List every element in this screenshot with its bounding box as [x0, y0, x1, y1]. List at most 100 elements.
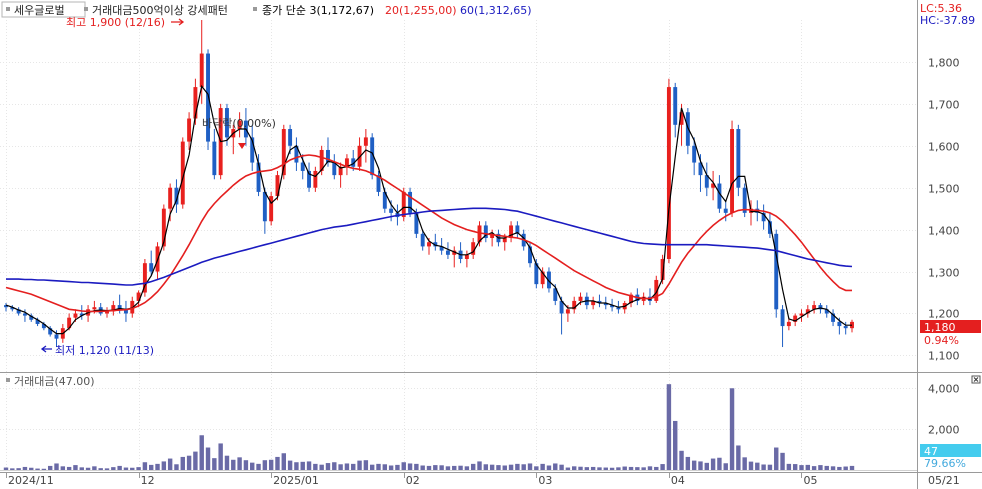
candle-up [313, 170, 318, 188]
volume-bar [287, 460, 293, 470]
volume-bar [41, 468, 47, 470]
candle-down [54, 334, 59, 339]
price-tick-label: 1,200 [928, 308, 960, 321]
volume-bar [698, 461, 703, 470]
volume-bar [433, 465, 438, 470]
volume-bar [426, 465, 432, 470]
volume-bar [635, 467, 640, 470]
volume-bar [786, 463, 792, 470]
volume-legend-icon [6, 378, 10, 382]
candle-up [73, 313, 78, 318]
candle-down [149, 263, 154, 272]
volume-bar [452, 465, 457, 470]
volume-bar [622, 466, 627, 470]
volume-bar [142, 462, 148, 470]
volume-bar [92, 466, 97, 470]
candle-up [427, 242, 431, 247]
volume-bar [710, 458, 716, 470]
volume-bar [729, 388, 735, 470]
volume-bar [3, 467, 9, 470]
time-tick-label: 05/21 [928, 474, 960, 487]
volume-bar [502, 465, 507, 470]
volume-bar [98, 468, 103, 470]
volume-bar [319, 464, 324, 470]
volume-bar [540, 463, 545, 470]
candle-up [786, 321, 791, 327]
volume-bar [117, 465, 122, 470]
legend-stock-name[interactable]: 세우글로벌 [14, 4, 65, 17]
volume-bar [584, 467, 590, 470]
candle-down [212, 141, 217, 176]
candle-down [843, 326, 848, 329]
volume-bar [414, 463, 419, 470]
volume-bar [603, 467, 608, 470]
volume-bar [104, 468, 110, 470]
price-tick-label: 1,700 [928, 99, 960, 112]
volume-bar [300, 461, 305, 470]
condition-marker-icon [84, 7, 88, 11]
volume-bar [723, 463, 728, 470]
volume-bar [805, 464, 811, 470]
volume-bar [174, 464, 179, 470]
stock-chart[interactable]: 1,100 1,200 1,300 1,400 1,500 1,600 1,700 1,800… [0, 0, 982, 489]
volume-bar [527, 463, 533, 470]
volume-bar [609, 467, 615, 470]
volume-bar [824, 465, 829, 470]
candle-up [565, 309, 570, 314]
volume-bar [590, 466, 596, 470]
volume-bar [338, 464, 343, 470]
volume-bar [35, 468, 40, 470]
volume-bar [250, 462, 255, 470]
volume-bar [489, 464, 495, 470]
volume-bar [382, 464, 388, 470]
volume-bar [256, 463, 261, 470]
volume-bar [792, 464, 798, 470]
volume-bar [546, 465, 552, 470]
legend-ma60[interactable]: 60(1,312,65) [460, 4, 532, 17]
candle-down [837, 321, 842, 327]
current-price-value: 1,180 [924, 321, 956, 334]
volume-bar [199, 435, 204, 470]
volume-bar [123, 467, 129, 470]
volume-bar [761, 464, 766, 470]
volume-bar [616, 467, 621, 470]
volume-bar [641, 467, 646, 470]
volume-panel-label[interactable]: 거래대금(47.00) [14, 375, 95, 388]
volume-bar [830, 466, 836, 470]
candle-up [401, 191, 406, 218]
candle-down [736, 129, 741, 188]
volume-bar [281, 453, 287, 470]
volume-bar [553, 463, 558, 470]
volume-bar [29, 467, 34, 470]
volume-ratio-value: 79.66% [924, 457, 966, 470]
volume-bar [376, 463, 381, 470]
candle-down [288, 129, 293, 146]
volume-bar [388, 465, 394, 470]
volume-bar [357, 460, 362, 470]
volume-bar [660, 464, 665, 470]
volume-bar [401, 462, 406, 470]
volume-bar [224, 455, 230, 470]
volume-bar [237, 457, 242, 470]
time-tick-label: 05 [803, 474, 817, 487]
volume-bar [60, 466, 66, 470]
volume-bar [679, 450, 684, 470]
volume-bar [294, 462, 299, 470]
volume-bar [325, 463, 331, 470]
candle-down [673, 87, 678, 125]
volume-bar [818, 465, 823, 470]
volume-bar [837, 466, 842, 470]
price-tick-label: 1,300 [928, 267, 960, 280]
volume-bar [10, 468, 15, 470]
candle-down [723, 208, 728, 213]
legend-ma20[interactable]: 20(1,255,00) [385, 4, 457, 17]
volume-bar [774, 447, 779, 470]
volume-bar [666, 384, 672, 470]
legend-ma3[interactable]: 종가 단순 3(1,172,67) [262, 4, 374, 17]
volume-bar [262, 460, 268, 470]
legend-marker-icon [6, 7, 10, 11]
volume-bar [180, 456, 185, 470]
candle-down [692, 145, 697, 163]
volume-bar [578, 466, 583, 470]
volume-bar [559, 464, 564, 470]
